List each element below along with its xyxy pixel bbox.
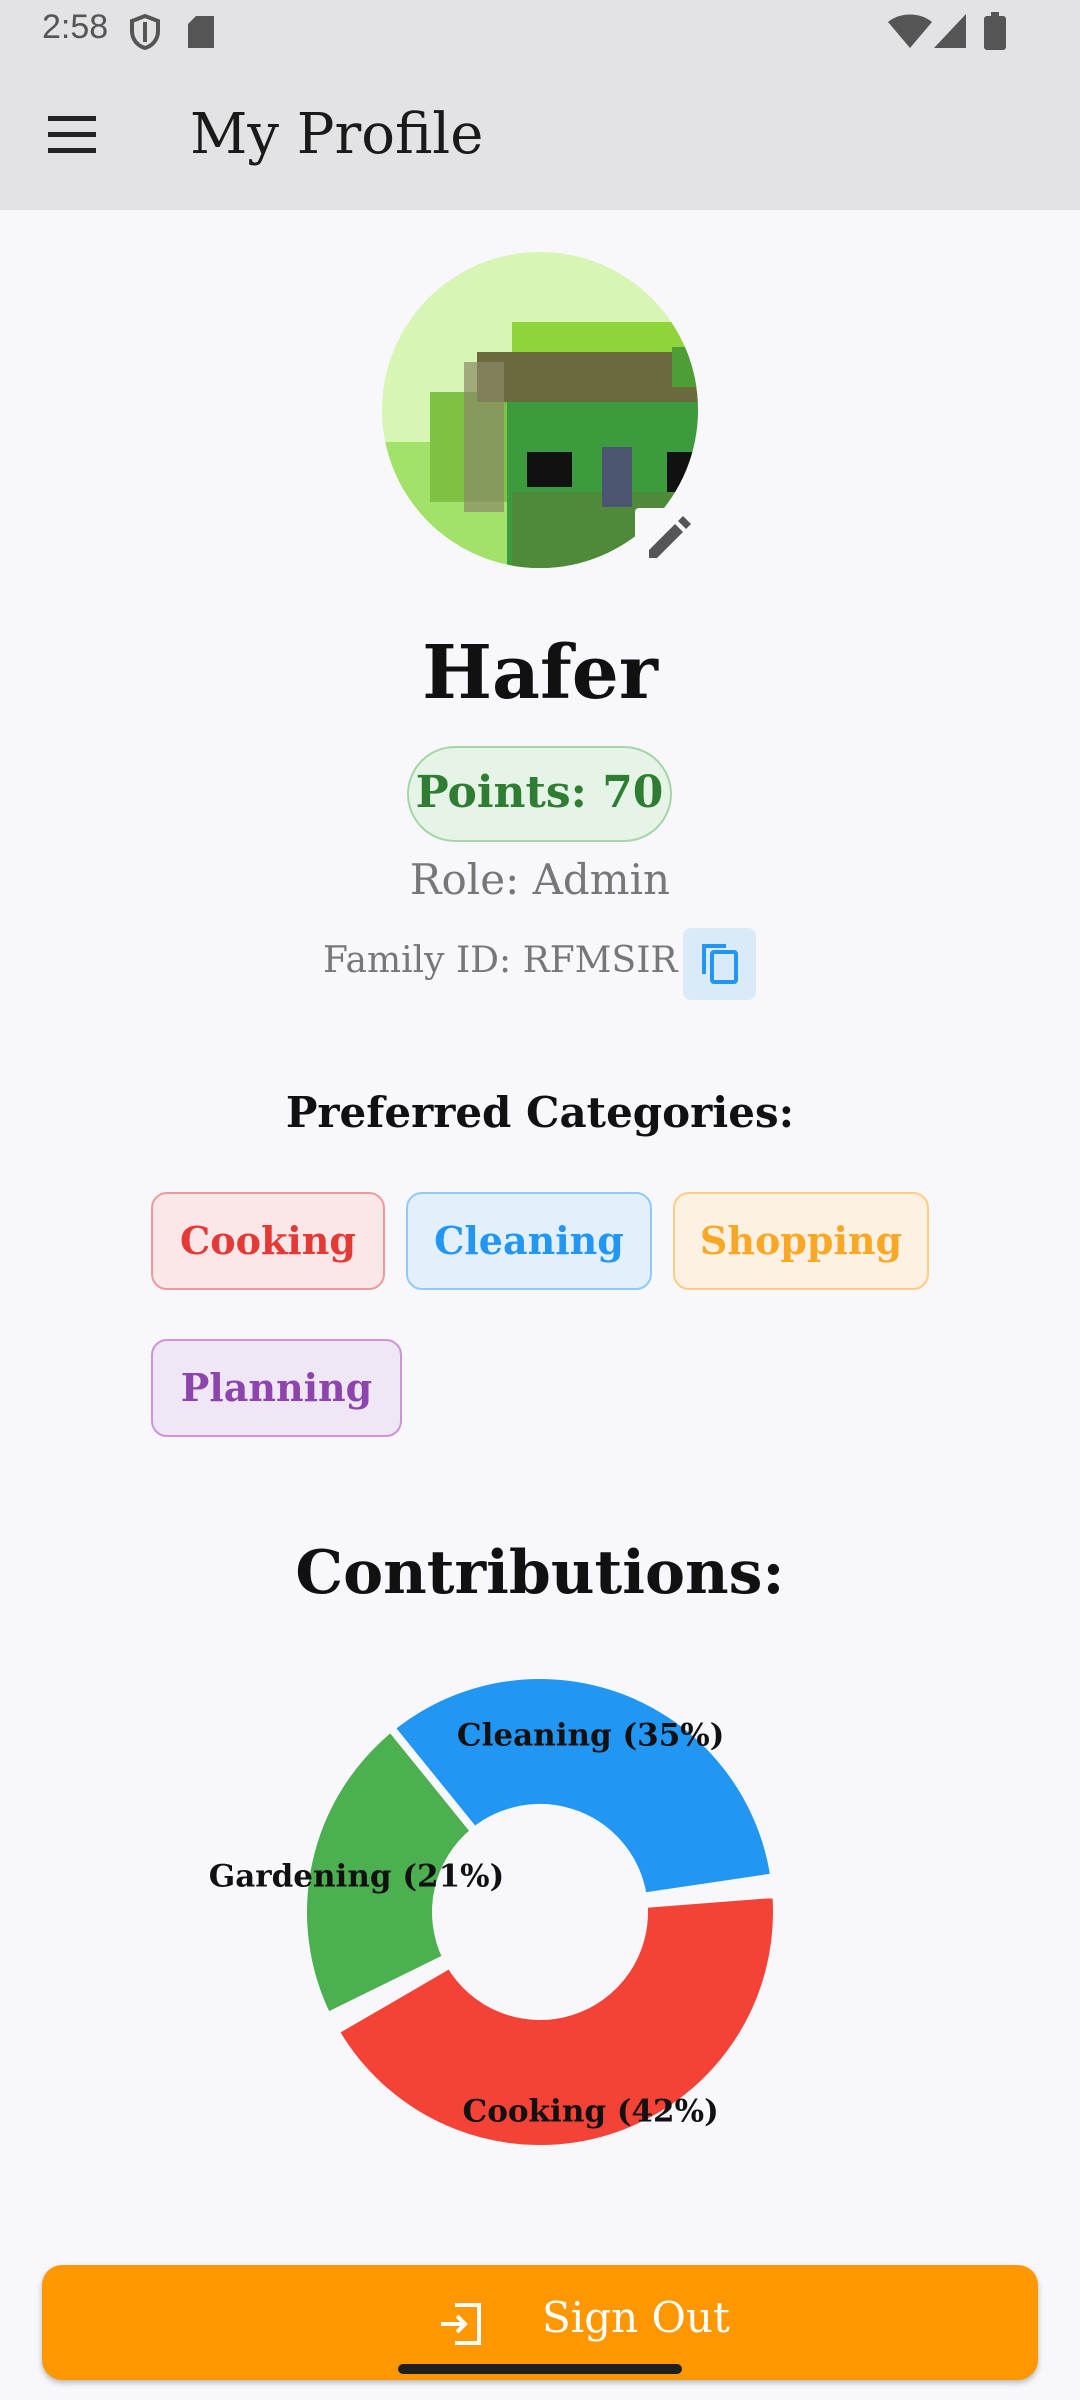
sd-card-icon: [188, 16, 214, 48]
app-bar: My Profile: [0, 62, 1080, 210]
status-bar: 2:58: [0, 0, 1080, 62]
sign-out-label: Sign Out: [542, 2293, 730, 2342]
profile-name: Hafer: [422, 630, 658, 716]
copy-family-id-button[interactable]: [683, 928, 756, 1000]
menu-button[interactable]: [40, 108, 110, 164]
signal-icon: [934, 14, 966, 48]
preferred-categories-title: Preferred Categories:: [285, 1088, 795, 1137]
pencil-icon: [649, 516, 691, 558]
donut-label-gardening: Gardening (21%): [209, 1858, 505, 1894]
copy-icon: [702, 944, 738, 984]
category-chip-shopping[interactable]: Shopping: [673, 1192, 929, 1290]
shield-icon: [130, 14, 160, 50]
category-chip-planning[interactable]: Planning: [151, 1339, 402, 1437]
page-title: My Profile: [190, 102, 484, 167]
home-indicator: [398, 2364, 682, 2374]
sign-out-button[interactable]: Sign Out: [42, 2265, 1038, 2380]
battery-icon: [984, 12, 1006, 50]
points-badge: Points: 70: [407, 746, 672, 842]
status-time: 2:58: [42, 8, 109, 46]
donut-label-cooking: Cooking (42%): [463, 2094, 719, 2130]
wifi-icon: [888, 14, 932, 48]
donut-label-cleaning: Cleaning (35%): [457, 1718, 725, 1754]
contributions-donut-chart: Cleaning (35%) Cooking (42%) Gardening (21…: [209, 1671, 781, 2153]
logout-icon: [441, 2303, 481, 2345]
category-chip-cleaning[interactable]: Cleaning: [406, 1192, 652, 1290]
edit-avatar-button[interactable]: [635, 508, 699, 572]
family-id-label: Family ID: RFMSIR: [323, 940, 678, 981]
contributions-title: Contributions:: [295, 1538, 785, 1608]
family-id-row: Family ID: RFMSIR: [0, 920, 1080, 1000]
category-chip-cooking[interactable]: Cooking: [151, 1192, 385, 1290]
menu-icon: [48, 116, 96, 153]
role-label: Role: Admin: [409, 855, 671, 904]
